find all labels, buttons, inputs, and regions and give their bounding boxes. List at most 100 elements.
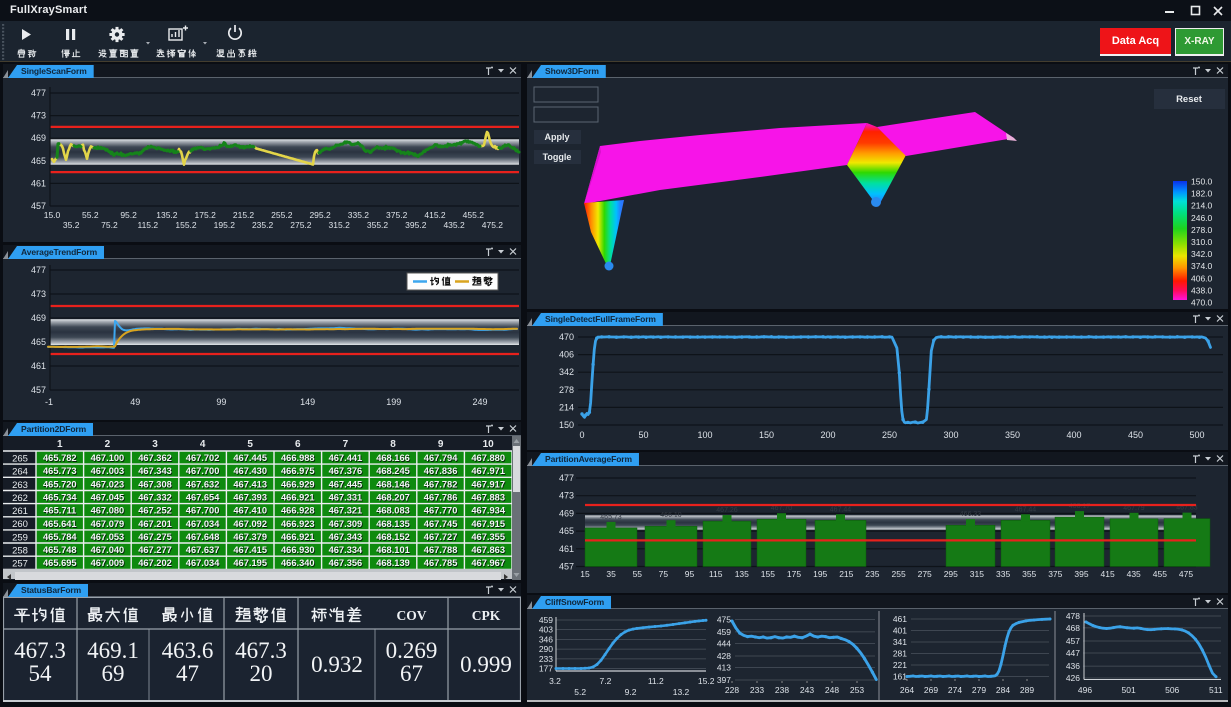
svg-text:235.2: 235.2 <box>252 220 274 230</box>
svg-text:467.648: 467.648 <box>186 532 220 542</box>
svg-text:467.355: 467.355 <box>471 532 505 542</box>
svg-text:467.934: 467.934 <box>471 506 505 516</box>
svg-text:438.0: 438.0 <box>1191 285 1213 295</box>
svg-text:467.415: 467.415 <box>233 545 267 555</box>
svg-text:459: 459 <box>539 615 553 625</box>
svg-text:281: 281 <box>893 649 907 659</box>
svg-text:342.0: 342.0 <box>1191 249 1213 259</box>
svg-text:467.971: 467.971 <box>471 466 505 476</box>
svg-text:467.393: 467.393 <box>233 493 267 503</box>
svg-text:259: 259 <box>12 532 28 543</box>
svg-text:275.2: 275.2 <box>290 220 312 230</box>
svg-text:248: 248 <box>825 685 839 695</box>
svg-text:467.702: 467.702 <box>186 453 220 463</box>
svg-text:264: 264 <box>900 685 914 695</box>
svg-text:467.277: 467.277 <box>138 545 172 555</box>
svg-text:401: 401 <box>893 626 907 636</box>
svg-text:467.836: 467.836 <box>424 466 458 476</box>
svg-text:465.720: 465.720 <box>43 479 77 489</box>
svg-text:150.0: 150.0 <box>1191 177 1213 187</box>
svg-text:467.445: 467.445 <box>233 453 267 463</box>
svg-text:467.080: 467.080 <box>91 506 125 516</box>
svg-text:4: 4 <box>200 439 206 450</box>
svg-text:310.0: 310.0 <box>1191 237 1213 247</box>
svg-text:467.362: 467.362 <box>138 453 172 463</box>
svg-text:415: 415 <box>1101 569 1115 579</box>
svg-text:75: 75 <box>659 569 669 579</box>
svg-text:467.034: 467.034 <box>186 558 220 568</box>
svg-text:0.269: 0.269 <box>386 638 438 663</box>
svg-text:261: 261 <box>12 506 28 517</box>
svg-text:467.334: 467.334 <box>329 545 363 555</box>
svg-text:233: 233 <box>539 654 553 664</box>
svg-text:465.782: 465.782 <box>43 453 77 463</box>
svg-text:406: 406 <box>559 350 574 360</box>
svg-text:335.2: 335.2 <box>348 210 370 220</box>
svg-text:290: 290 <box>539 644 553 654</box>
svg-text:13.2: 13.2 <box>673 687 690 697</box>
svg-text:11.2: 11.2 <box>648 676 664 686</box>
svg-text:6: 6 <box>295 439 301 450</box>
svg-text:35.2: 35.2 <box>63 220 80 230</box>
svg-text:35: 35 <box>606 569 616 579</box>
svg-text:Reset: Reset <box>1176 94 1203 105</box>
svg-text:406.0: 406.0 <box>1191 273 1213 283</box>
svg-text:467.915: 467.915 <box>471 519 505 529</box>
svg-text:428: 428 <box>717 651 731 661</box>
svg-text:467.009: 467.009 <box>91 558 125 568</box>
svg-text:15: 15 <box>580 569 590 579</box>
svg-text:263: 263 <box>12 480 28 491</box>
svg-text:468.139: 468.139 <box>376 558 410 568</box>
svg-text:255.2: 255.2 <box>271 210 293 220</box>
svg-text:501: 501 <box>1122 685 1136 695</box>
svg-text:215.2: 215.2 <box>233 210 255 220</box>
svg-text:436: 436 <box>1066 661 1080 671</box>
svg-text:457: 457 <box>31 385 46 395</box>
svg-text:284: 284 <box>996 685 1010 695</box>
svg-text:467.356: 467.356 <box>329 558 363 568</box>
svg-text:15.0: 15.0 <box>44 210 61 220</box>
svg-text:274: 274 <box>948 685 962 695</box>
svg-text:342: 342 <box>559 367 574 377</box>
svg-text:182.0: 182.0 <box>1191 189 1213 199</box>
svg-text:467.379: 467.379 <box>233 532 267 542</box>
svg-text:467.252: 467.252 <box>138 506 172 516</box>
svg-text:457: 457 <box>559 562 574 572</box>
svg-text:467.331: 467.331 <box>329 493 363 503</box>
svg-text:467.785: 467.785 <box>424 558 458 568</box>
svg-text:10: 10 <box>483 439 495 450</box>
svg-text:465.784: 465.784 <box>43 532 77 542</box>
svg-text:467.727: 467.727 <box>424 532 458 542</box>
svg-text:315.2: 315.2 <box>329 220 351 230</box>
svg-text:155: 155 <box>761 569 775 579</box>
svg-text:461: 461 <box>31 178 46 188</box>
svg-text:467.023: 467.023 <box>91 479 125 489</box>
svg-text:477: 477 <box>31 88 46 98</box>
svg-text:467.770: 467.770 <box>424 506 458 516</box>
svg-text:279: 279 <box>972 685 986 695</box>
svg-text:258: 258 <box>12 546 28 557</box>
svg-text:177: 177 <box>539 664 553 674</box>
svg-text:455.2: 455.2 <box>463 210 485 220</box>
svg-text:47: 47 <box>176 661 199 686</box>
svg-text:466.929: 466.929 <box>281 479 315 489</box>
svg-text:275: 275 <box>918 569 932 579</box>
svg-text:473: 473 <box>31 111 46 121</box>
svg-text:250: 250 <box>882 430 897 440</box>
svg-text:466.340: 466.340 <box>281 558 315 568</box>
svg-text:468.166: 468.166 <box>376 453 410 463</box>
svg-text:467.883: 467.883 <box>471 493 505 503</box>
svg-text:473: 473 <box>31 289 46 299</box>
svg-text:228: 228 <box>725 685 739 695</box>
svg-text:467.430: 467.430 <box>233 466 267 476</box>
svg-text:466.921: 466.921 <box>281 532 315 542</box>
svg-text:426: 426 <box>1066 673 1080 683</box>
svg-text:99: 99 <box>216 397 226 407</box>
svg-text:500: 500 <box>1189 430 1204 440</box>
svg-text:9.2: 9.2 <box>625 687 637 697</box>
svg-text:55.2: 55.2 <box>82 210 99 220</box>
svg-text:468.245: 468.245 <box>376 466 410 476</box>
svg-text:2: 2 <box>105 439 111 450</box>
svg-text:470: 470 <box>559 332 574 342</box>
svg-text:214.0: 214.0 <box>1191 201 1213 211</box>
